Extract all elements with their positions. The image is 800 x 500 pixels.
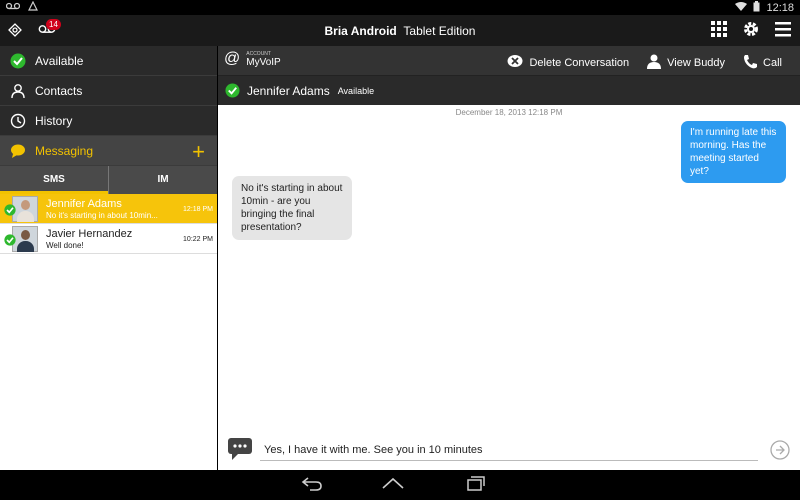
buddy-person-icon: [647, 54, 662, 72]
new-message-plus-icon[interactable]: +: [192, 139, 205, 165]
sidebar-item-label: Contacts: [35, 83, 83, 98]
conversation-time: 10:22 PM: [183, 236, 213, 243]
app-edition: Tablet Edition: [403, 24, 476, 38]
message-timestamp: December 18, 2013 12:18 PM: [455, 108, 563, 117]
available-check-icon: [225, 83, 240, 98]
navigation-panel: Available Contacts History Messaging + S…: [0, 46, 217, 470]
available-check-icon: [4, 233, 16, 251]
app-action-bar: 14 Bria Android Tablet Edition: [0, 15, 800, 46]
delete-conversation-button[interactable]: Delete Conversation: [507, 54, 629, 72]
incoming-message-bubble: No it's starting in about 10min - are yo…: [232, 176, 352, 240]
account-selector[interactable]: @ ACCOUNT MyVoIP: [224, 50, 281, 68]
voicemail-icon: [5, 1, 21, 14]
sidebar-item-label: History: [35, 113, 73, 128]
message-input[interactable]: Yes, I have it with me. See you in 10 mi…: [260, 441, 758, 461]
account-name: MyVoIP: [246, 56, 281, 68]
messaging-bubble-icon: [10, 143, 26, 159]
buddy-status: Available: [337, 85, 375, 96]
app-name: Bria Android: [324, 24, 397, 38]
history-clock-icon: [10, 113, 26, 129]
delete-bubble-icon: [507, 54, 523, 72]
dialpad-grid-icon[interactable]: [710, 20, 728, 43]
sidebar-item-history[interactable]: History: [0, 106, 217, 136]
phone-icon: [743, 54, 758, 72]
back-icon[interactable]: [300, 476, 324, 497]
sidebar-item-label: Messaging: [35, 143, 94, 158]
app-title: Bria Android Tablet Edition: [0, 24, 800, 38]
overflow-menu-icon[interactable]: [774, 20, 792, 43]
call-label: Call: [763, 57, 782, 69]
system-navigation-bar: [0, 470, 800, 500]
conversation-preview: Well done!: [46, 240, 84, 250]
delete-conversation-label: Delete Conversation: [529, 57, 630, 69]
message-thread[interactable]: December 18, 2013 12:18 PM I'm running l…: [218, 105, 800, 470]
sidebar-item-contacts[interactable]: Contacts: [0, 76, 217, 106]
conversation-item-jennifer[interactable]: Jennifer Adams No it's starting in about…: [0, 194, 217, 224]
settings-gear-icon[interactable]: [742, 20, 760, 43]
available-check-icon: [10, 53, 26, 69]
conversation-item-javier[interactable]: Javier Hernandez Well done! 10:22 PM: [0, 224, 217, 254]
recent-apps-icon[interactable]: [462, 476, 486, 497]
system-status-bar: 12:18: [0, 0, 800, 15]
conversation-name: Jennifer Adams: [46, 197, 122, 210]
account-at-icon: @: [224, 50, 241, 67]
conversation-toolbar: @ ACCOUNT MyVoIP Delete Conversation Vie…: [218, 46, 800, 76]
clock-time: 12:18: [766, 2, 794, 14]
message-type-tabs: SMS IM: [0, 166, 217, 194]
conversation-time: 12:18 PM: [183, 206, 213, 213]
compose-bar: Yes, I have it with me. See you in 10 mi…: [218, 430, 800, 470]
conversation-name: Javier Hernandez: [46, 227, 133, 240]
view-buddy-button[interactable]: View Buddy: [647, 54, 725, 72]
outgoing-message-bubble: I'm running late this morning. Has the m…: [681, 121, 786, 183]
tab-im[interactable]: IM: [108, 166, 217, 194]
available-check-icon: [4, 203, 16, 221]
send-icon[interactable]: [770, 440, 790, 465]
call-button[interactable]: Call: [743, 54, 782, 72]
contacts-person-icon: [10, 83, 26, 99]
conversation-panel: @ ACCOUNT MyVoIP Delete Conversation Vie…: [218, 46, 800, 470]
battery-icon: [753, 1, 760, 15]
view-buddy-label: View Buddy: [667, 57, 726, 69]
chat-bubble-icon: [228, 438, 252, 465]
wifi-icon: [735, 1, 748, 15]
presence-status-row[interactable]: Available: [0, 46, 217, 76]
conversation-preview: No it's starting in about 10min...: [46, 210, 158, 220]
home-icon[interactable]: [380, 476, 406, 497]
tab-sms[interactable]: SMS: [0, 166, 108, 194]
bria-status-icon: [28, 0, 38, 14]
buddy-header: Jennifer Adams Available: [218, 76, 800, 105]
sidebar-item-messaging[interactable]: Messaging +: [0, 136, 217, 166]
presence-status-label: Available: [35, 53, 84, 68]
buddy-name: Jennifer Adams: [247, 83, 330, 98]
